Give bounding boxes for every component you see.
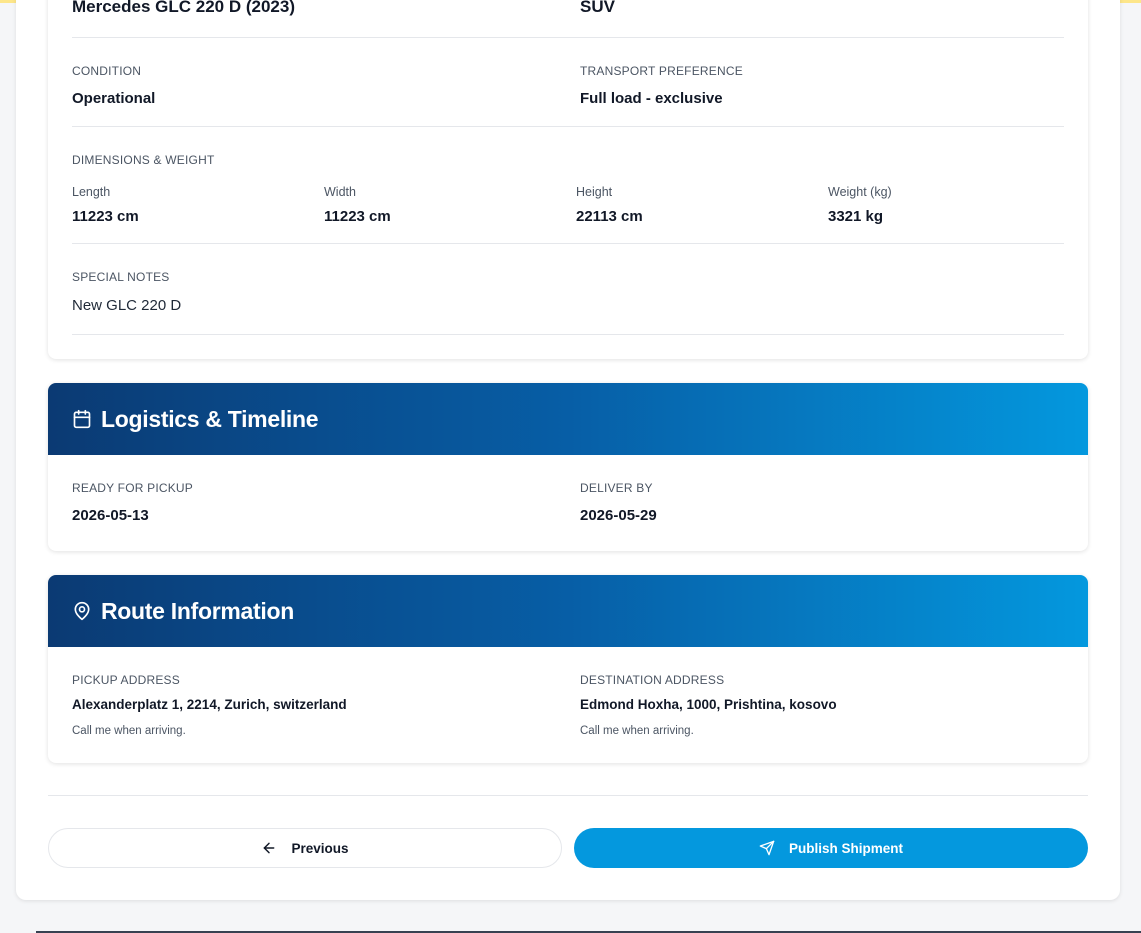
arrow-left-icon — [264, 842, 275, 854]
publish-shipment-button[interactable]: Publish Shipment — [574, 828, 1088, 868]
deliver-by-value: 2026-05-29 — [580, 507, 657, 524]
logistics-title: Logistics & Timeline — [101, 405, 319, 432]
destination-address-label: DESTINATION ADDRESS — [580, 673, 725, 687]
pickup-address-label: PICKUP ADDRESS — [72, 673, 180, 687]
pickup-note: Call me when arriving. — [72, 725, 186, 737]
destination-address-value: Edmond Hoxha, 1000, Prishtina, kosovo — [580, 697, 837, 712]
logistics-card: Logistics & Timeline READY FOR PICKUP 20… — [48, 383, 1088, 551]
previous-label: Previous — [291, 840, 349, 856]
condition-value: Operational — [72, 90, 156, 107]
route-card: Route Information PICKUP ADDRESS Alexand… — [48, 575, 1088, 763]
height-label: Height — [576, 185, 613, 199]
divider — [72, 37, 1064, 38]
route-title: Route Information — [101, 597, 294, 624]
destination-note: Call me when arriving. — [580, 725, 694, 737]
height-value: 22113 cm — [576, 208, 643, 225]
weight-label: Weight (kg) — [828, 185, 892, 199]
special-notes-label: SPECIAL NOTES — [72, 270, 170, 284]
divider — [72, 334, 1064, 335]
route-header: Route Information — [48, 575, 1088, 647]
divider — [72, 243, 1064, 244]
logistics-header: Logistics & Timeline — [48, 383, 1088, 455]
footer-divider — [48, 795, 1088, 796]
ready-for-pickup-label: READY FOR PICKUP — [72, 481, 194, 495]
width-label: Width — [324, 185, 356, 199]
transport-preference-value: Full load - exclusive — [580, 90, 723, 107]
divider — [72, 126, 1064, 127]
map-pin-icon — [74, 601, 90, 621]
calendar-icon — [73, 409, 91, 429]
pickup-address-value: Alexanderplatz 1, 2214, Zurich, switzerl… — [72, 697, 347, 712]
deliver-by-label: DELIVER BY — [580, 481, 653, 495]
condition-label: CONDITION — [72, 64, 142, 78]
ready-for-pickup-value: 2026-05-13 — [72, 507, 149, 524]
special-notes-value: New GLC 220 D — [72, 297, 182, 314]
vehicle-model-value: Mercedes GLC 220 D (2023) — [72, 0, 295, 16]
vehicle-type-value: SUV — [580, 0, 615, 16]
length-value: 11223 cm — [72, 208, 139, 225]
length-label: Length — [72, 185, 111, 199]
previous-button[interactable]: Previous — [48, 828, 562, 868]
publish-shipment-label: Publish Shipment — [788, 840, 903, 856]
weight-value: 3321 kg — [828, 208, 884, 225]
send-icon — [759, 840, 775, 856]
dimensions-weight-label: DIMENSIONS & WEIGHT — [72, 153, 215, 167]
width-value: 11223 cm — [324, 208, 391, 225]
vehicle-details-card: Mercedes GLC 220 D (2023) SUV CONDITION … — [48, 0, 1088, 359]
transport-preference-label: TRANSPORT PREFERENCE — [580, 64, 743, 78]
